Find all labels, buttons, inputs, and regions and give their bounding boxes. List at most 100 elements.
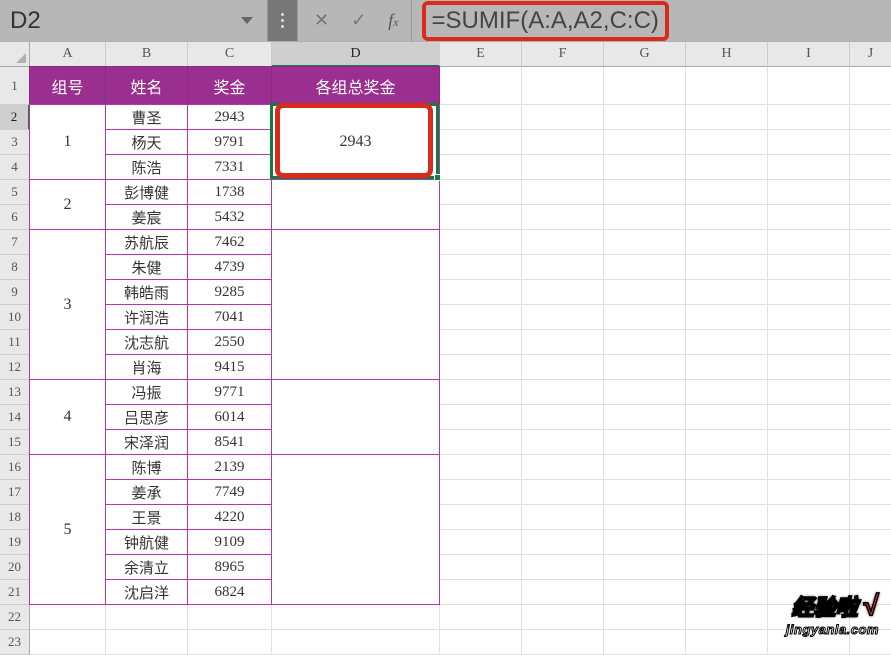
group-total-cell[interactable]	[271, 229, 440, 380]
bonus-cell[interactable]: 9285	[187, 279, 272, 305]
name-cell[interactable]: 姜宸	[105, 204, 188, 230]
row-header-2[interactable]: 2	[0, 105, 30, 130]
name-cell[interactable]: 沈志航	[105, 329, 188, 355]
row-header-20[interactable]: 20	[0, 555, 30, 580]
group-id-cell[interactable]: 4	[29, 379, 106, 455]
name-cell[interactable]: 吕思彦	[105, 404, 188, 430]
name-box[interactable]: D2	[0, 0, 268, 41]
row-header-22[interactable]: 22	[0, 605, 30, 630]
expand-handle[interactable]	[268, 0, 298, 41]
column-header-B[interactable]: B	[106, 42, 188, 67]
bonus-cell[interactable]: 9791	[187, 129, 272, 155]
check-icon[interactable]: ✓	[351, 10, 366, 31]
table-header[interactable]: 各组总奖金	[271, 66, 440, 105]
bonus-cell[interactable]: 7462	[187, 229, 272, 255]
row-header-10[interactable]: 10	[0, 305, 30, 330]
bonus-cell[interactable]: 5432	[187, 204, 272, 230]
column-header-A[interactable]: A	[30, 42, 106, 67]
row-header-5[interactable]: 5	[0, 180, 30, 205]
group-id-cell[interactable]: 5	[29, 454, 106, 605]
row-header-16[interactable]: 16	[0, 455, 30, 480]
fx-icon[interactable]: fx	[388, 10, 398, 31]
formula-highlight: =SUMIF(A:A,A2,C:C)	[422, 1, 669, 41]
name-cell[interactable]: 宋泽润	[105, 429, 188, 455]
close-icon[interactable]: ✕	[314, 10, 329, 31]
table-header[interactable]: 组号	[29, 66, 106, 105]
name-cell[interactable]: 沈启洋	[105, 579, 188, 605]
column-header-D[interactable]: D	[272, 42, 440, 67]
row-header-13[interactable]: 13	[0, 380, 30, 405]
column-header-G[interactable]: G	[604, 42, 686, 67]
name-cell[interactable]: 冯振	[105, 379, 188, 405]
bonus-cell[interactable]: 8965	[187, 554, 272, 580]
bonus-cell[interactable]: 4739	[187, 254, 272, 280]
row-header-21[interactable]: 21	[0, 580, 30, 605]
row-header-4[interactable]: 4	[0, 155, 30, 180]
name-cell[interactable]: 曹圣	[105, 104, 188, 130]
name-cell[interactable]: 陈博	[105, 454, 188, 480]
group-id-cell[interactable]: 3	[29, 229, 106, 380]
bonus-cell[interactable]: 8541	[187, 429, 272, 455]
bonus-cell[interactable]: 9771	[187, 379, 272, 405]
name-cell[interactable]: 杨天	[105, 129, 188, 155]
row-header-column: 1234567891011121314151617181920212223	[0, 42, 30, 651]
bonus-cell[interactable]: 7749	[187, 479, 272, 505]
row-header-15[interactable]: 15	[0, 430, 30, 455]
bonus-cell[interactable]: 9109	[187, 529, 272, 555]
name-cell[interactable]: 朱健	[105, 254, 188, 280]
row-header-3[interactable]: 3	[0, 130, 30, 155]
row-header-23[interactable]: 23	[0, 630, 30, 655]
name-cell[interactable]: 韩皓雨	[105, 279, 188, 305]
bonus-cell[interactable]: 1738	[187, 179, 272, 205]
row-header-12[interactable]: 12	[0, 355, 30, 380]
row-header-14[interactable]: 14	[0, 405, 30, 430]
watermark-text: 经验啦	[792, 590, 858, 622]
name-cell[interactable]: 彭博健	[105, 179, 188, 205]
row-header-9[interactable]: 9	[0, 280, 30, 305]
bonus-cell[interactable]: 2943	[187, 104, 272, 130]
bonus-cell[interactable]: 6824	[187, 579, 272, 605]
row-header-8[interactable]: 8	[0, 255, 30, 280]
bonus-cell[interactable]: 2139	[187, 454, 272, 480]
column-header-J[interactable]: J	[850, 42, 891, 67]
bonus-cell[interactable]: 7331	[187, 154, 272, 180]
group-id-cell[interactable]: 2	[29, 179, 106, 230]
row-header-19[interactable]: 19	[0, 530, 30, 555]
group-total-cell[interactable]	[271, 454, 440, 605]
name-cell[interactable]: 姜承	[105, 479, 188, 505]
group-id-cell[interactable]: 1	[29, 104, 106, 180]
group-total-cell[interactable]	[271, 179, 440, 230]
row-header-6[interactable]: 6	[0, 205, 30, 230]
row-header-17[interactable]: 17	[0, 480, 30, 505]
name-cell[interactable]: 钟航健	[105, 529, 188, 555]
column-header-H[interactable]: H	[686, 42, 768, 67]
name-cell[interactable]: 许润浩	[105, 304, 188, 330]
table-header[interactable]: 姓名	[105, 66, 188, 105]
column-header-E[interactable]: E	[440, 42, 522, 67]
column-header-C[interactable]: C	[188, 42, 272, 67]
name-cell[interactable]: 余清立	[105, 554, 188, 580]
name-cell[interactable]: 苏航辰	[105, 229, 188, 255]
name-cell[interactable]: 肖海	[105, 354, 188, 380]
row-header-18[interactable]: 18	[0, 505, 30, 530]
row-header-7[interactable]: 7	[0, 230, 30, 255]
bonus-cell[interactable]: 2550	[187, 329, 272, 355]
row-header-1[interactable]: 1	[0, 67, 30, 105]
column-header-I[interactable]: I	[768, 42, 850, 67]
name-cell[interactable]: 陈浩	[105, 154, 188, 180]
name-cell[interactable]: 王景	[105, 504, 188, 530]
bonus-cell[interactable]: 4220	[187, 504, 272, 530]
bonus-cell[interactable]: 6014	[187, 404, 272, 430]
row-header-11[interactable]: 11	[0, 330, 30, 355]
group-total-cell[interactable]	[271, 379, 440, 455]
group-total-cell[interactable]: 2943	[271, 104, 440, 180]
bonus-cell[interactable]: 9415	[187, 354, 272, 380]
chevron-down-icon[interactable]	[241, 17, 253, 24]
select-all-corner[interactable]	[0, 42, 30, 67]
row-headers: 1234567891011121314151617181920212223	[0, 67, 30, 655]
data-grid[interactable]: 组号姓名奖金各组总奖金12943曹圣2943杨天9791陈浩73312彭博健17…	[30, 67, 891, 655]
column-header-F[interactable]: F	[522, 42, 604, 67]
table-header[interactable]: 奖金	[187, 66, 272, 105]
bonus-cell[interactable]: 7041	[187, 304, 272, 330]
formula-bar[interactable]: =SUMIF(A:A,A2,C:C)	[412, 0, 891, 41]
